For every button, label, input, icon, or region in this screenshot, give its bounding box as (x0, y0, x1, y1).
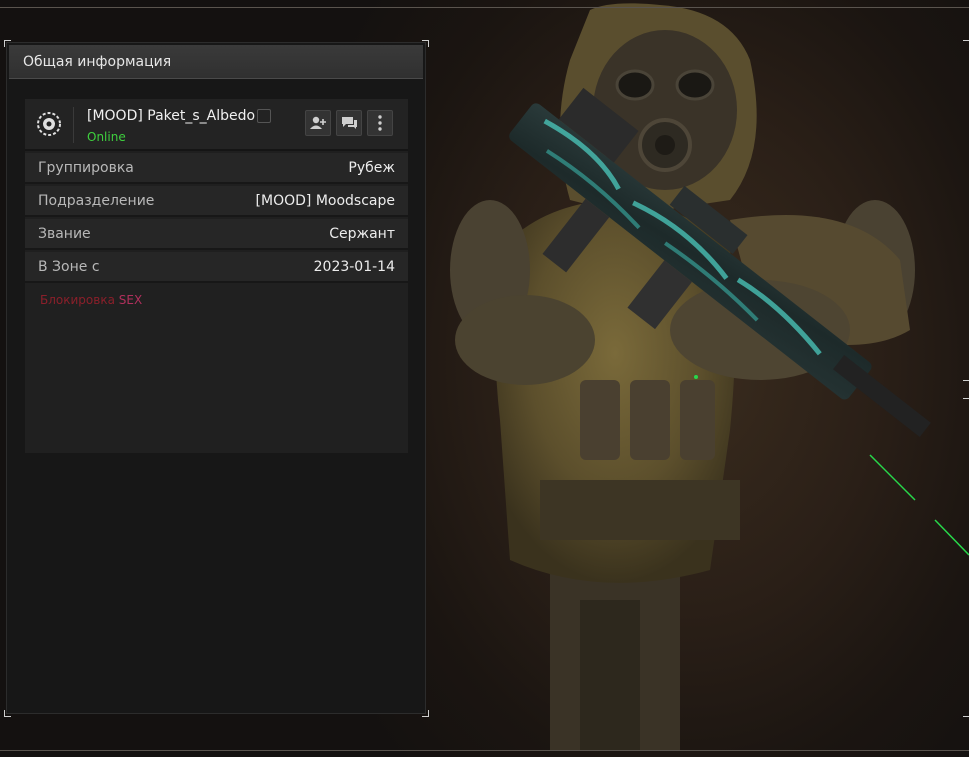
more-vertical-icon (378, 115, 382, 131)
info-label: В Зоне с (38, 259, 100, 275)
emblem-separator (73, 107, 74, 143)
message-button[interactable] (336, 110, 362, 136)
add-user-icon (310, 116, 326, 129)
info-value: Рубеж (348, 160, 395, 176)
info-value: [MOOD] Moodscape (255, 193, 395, 209)
character-model (450, 3, 969, 750)
emblem-icon (37, 112, 61, 136)
bottom-divider (0, 750, 969, 751)
status-badge: Online (87, 130, 126, 144)
note-label: Блокировка (40, 293, 115, 307)
info-row-zone-since: В Зоне с 2023-01-14 (25, 252, 408, 283)
block-note: Блокировка SEX (40, 293, 142, 307)
panel-header: Общая информация (9, 45, 423, 79)
info-label: Группировка (38, 160, 134, 176)
profile-row: [MOOD] Paket_s_Albedo Online (25, 99, 408, 151)
panel-title: Общая информация (23, 54, 172, 70)
player-card: [MOOD] Paket_s_Albedo Online Группировка… (25, 99, 408, 453)
note-area: Блокировка SEX (25, 283, 408, 453)
chat-icon (342, 117, 357, 129)
frame-corner (963, 710, 969, 717)
frame-corner (963, 398, 969, 405)
frame-corner (963, 40, 969, 47)
general-info-panel: Общая информация [MOOD] Paket_s_Albedo O… (6, 42, 426, 714)
info-value: 2023-01-14 (313, 259, 395, 275)
info-label: Звание (38, 226, 91, 242)
more-button[interactable] (367, 110, 393, 136)
info-row-division: Подразделение [MOOD] Moodscape (25, 186, 408, 217)
top-divider (0, 7, 969, 8)
info-row-rank: Звание Сержант (25, 219, 408, 250)
copy-icon[interactable] (257, 109, 271, 123)
player-name: [MOOD] Paket_s_Albedo (87, 108, 256, 124)
add-friend-button[interactable] (305, 110, 331, 136)
info-label: Подразделение (38, 193, 155, 209)
info-value: Сержант (329, 226, 395, 242)
frame-corner (963, 374, 969, 381)
note-value: SEX (118, 293, 143, 307)
info-row-faction: Группировка Рубеж (25, 153, 408, 184)
